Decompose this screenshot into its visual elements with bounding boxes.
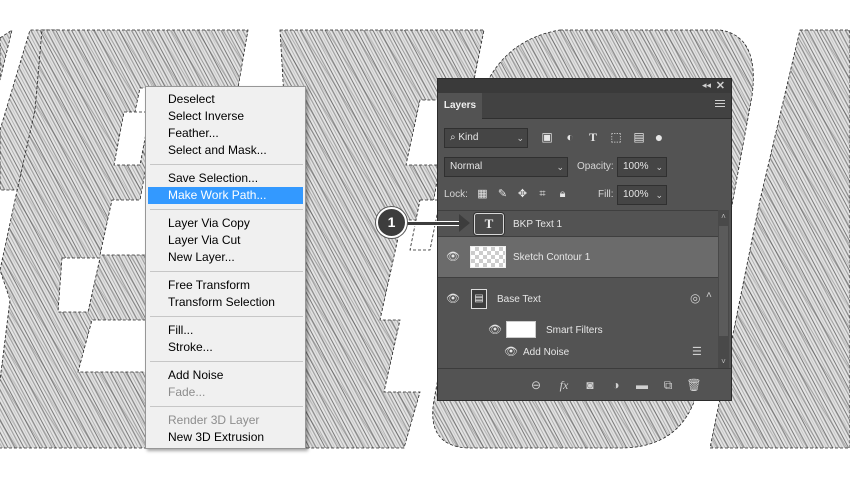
scroll-down-icon[interactable]: ˅ [718, 357, 729, 366]
menu-item-select-inverse[interactable]: Select Inverse [148, 108, 303, 125]
filter-blending-options-icon[interactable]: ☰ [692, 345, 702, 358]
opacity-label: Opacity: [577, 161, 614, 172]
menu-separator [150, 164, 303, 165]
layer-thumbnail [470, 246, 506, 268]
menu-item-save-selection[interactable]: Save Selection... [148, 170, 303, 187]
lock-row: Lock: ▦ ✎ ✥ ⌗ 🔒︎ Fill: 100% ⌄ [444, 185, 724, 205]
lock-transparent-pixels-icon[interactable]: ▦ [476, 188, 489, 201]
type-icon: T [484, 216, 494, 231]
callout-arrow-head [459, 214, 470, 232]
layers-panel: ◂◂ ✕ Layers ⌕ Kind ⌄ ▣ ◐ T ⬚ ▤ ● Normal … [437, 78, 732, 401]
layer-name: Add Noise [523, 347, 570, 358]
new-layer-icon[interactable]: ⧉ [660, 377, 676, 393]
filter-kind-dropdown[interactable]: ⌕ Kind ⌄ [444, 128, 528, 148]
trash-icon[interactable]: 🗑︎ [686, 377, 702, 393]
chevron-down-icon: ⌄ [655, 190, 663, 200]
panel-bottom-toolbar: ⊖ fx ◙ ◑ ▬ ⧉ 🗑︎ [438, 368, 731, 400]
callout-arrow [405, 221, 463, 226]
eye-icon[interactable]: 👁︎ [504, 345, 518, 359]
adjustment-layer-icon[interactable]: ◑ [608, 377, 624, 393]
layer-row-add-noise[interactable]: 👁︎ Add Noise ☰ [438, 342, 720, 362]
menu-item-layer-via-cut[interactable]: Layer Via Cut [148, 232, 303, 249]
layer-name: Base Text [497, 294, 541, 305]
layer-row-bkp-text-1[interactable]: T BKP Text 1 [438, 210, 720, 236]
expand-chevron-icon[interactable]: ˄ [706, 290, 712, 301]
smart-object-thumbnail: ▤ [471, 289, 487, 309]
blend-mode-dropdown[interactable]: Normal ⌄ [444, 157, 568, 177]
menu-item-new-3d-extrusion[interactable]: New 3D Extrusion [148, 429, 303, 446]
lock-image-pixels-icon[interactable]: ✎ [496, 188, 509, 201]
menu-item-transform-selection[interactable]: Transform Selection [148, 294, 303, 311]
collapse-icon[interactable]: ◂◂ [702, 80, 711, 91]
eye-icon[interactable]: 👁︎ [446, 250, 460, 264]
layer-row-smart-filters[interactable]: 👁︎ Smart Filters [438, 320, 720, 342]
opacity-input[interactable]: 100% ⌄ [617, 157, 667, 177]
menu-separator [150, 209, 303, 210]
menu-item-render-3d-layer: Render 3D Layer [168, 413, 260, 427]
filter-row: ⌕ Kind ⌄ ▣ ◐ T ⬚ ▤ ● [444, 128, 724, 148]
pixel-layer-filter-icon[interactable]: ▣ [540, 130, 554, 144]
add-mask-icon[interactable]: ◙ [582, 377, 598, 393]
fill-input[interactable]: 100% ⌄ [617, 185, 667, 205]
blend-mode-value: Normal [450, 161, 483, 172]
shape-layer-filter-icon[interactable]: ⬚ [609, 130, 623, 144]
scroll-up-icon[interactable]: ˄ [718, 212, 729, 221]
menu-item-select-and-mask[interactable]: Select and Mask... [148, 142, 303, 159]
close-icon[interactable]: ✕ [716, 79, 725, 92]
menu-item-fill[interactable]: Fill... [148, 322, 303, 339]
layers-scrollbar[interactable]: ˄ ˅ [718, 210, 729, 368]
menu-item-new-layer[interactable]: New Layer... [148, 249, 303, 266]
fx-icon[interactable]: fx [556, 377, 572, 393]
menu-item-layer-via-copy[interactable]: Layer Via Copy [148, 215, 303, 232]
menu-item-feather[interactable]: Feather... [148, 125, 303, 142]
type-layer-filter-icon[interactable]: T [586, 130, 600, 144]
lock-artboard-icon[interactable]: ⌗ [536, 188, 549, 201]
chevron-down-icon: ⌄ [655, 162, 663, 172]
panel-title-bar[interactable]: ◂◂ ✕ [438, 79, 731, 93]
layer-row-sketch-contour-1[interactable]: 👁︎ Sketch Contour 1 [438, 236, 720, 277]
eye-icon[interactable]: 👁︎ [488, 323, 502, 337]
menu-separator [150, 406, 303, 407]
menu-item-stroke[interactable]: Stroke... [148, 339, 303, 356]
menu-separator [150, 316, 303, 317]
lock-label: Lock: [444, 189, 468, 200]
scrollbar-thumb[interactable] [719, 226, 728, 336]
layer-name: Sketch Contour 1 [513, 252, 591, 263]
context-menu: Deselect Select Inverse Feather... Selec… [145, 86, 306, 449]
menu-item-make-work-path[interactable]: Make Work Path... [148, 187, 303, 204]
blend-row: Normal ⌄ Opacity: 100% ⌄ [444, 157, 724, 177]
panel-tab-bar: Layers [438, 93, 731, 119]
menu-item-free-transform[interactable]: Free Transform [148, 277, 303, 294]
menu-item-add-noise[interactable]: Add Noise [148, 367, 303, 384]
panel-menu-icon[interactable] [715, 100, 725, 109]
menu-separator [150, 361, 303, 362]
chevron-down-icon: ⌄ [556, 162, 564, 172]
layer-name: BKP Text 1 [513, 219, 563, 230]
menu-item-fade: Fade... [168, 385, 206, 399]
callout-badge: 1 [376, 207, 407, 238]
filter-mask-thumbnail [506, 321, 536, 338]
tab-layers[interactable]: Layers [438, 93, 482, 119]
search-icon: ⌕ [450, 132, 456, 143]
filter-toggle-icon[interactable]: ● [652, 130, 666, 144]
adjustment-layer-filter-icon[interactable]: ◐ [563, 130, 577, 144]
layers-list: T BKP Text 1 👁︎ Sketch Contour 1 👁︎ ▤ Ba… [438, 210, 720, 368]
layer-name: Smart Filters [546, 325, 603, 336]
menu-item-deselect[interactable]: Deselect [148, 91, 303, 108]
layer-row-base-text[interactable]: 👁︎ ▤ Base Text ◎ ˄ [438, 277, 720, 320]
chevron-down-icon: ⌄ [516, 133, 524, 143]
filter-kind-label: Kind [458, 132, 479, 143]
link-layers-icon[interactable]: ⊖ [528, 377, 544, 393]
lock-position-icon[interactable]: ✥ [516, 188, 529, 201]
opacity-value: 100% [623, 161, 649, 172]
fill-value: 100% [623, 189, 649, 200]
smart-object-filter-icon[interactable]: ▤ [632, 130, 646, 144]
text-layer-thumbnail: T [474, 213, 504, 235]
eye-icon[interactable]: 👁︎ [446, 292, 460, 306]
smart-filter-badge-icon: ◎ [690, 291, 701, 305]
lock-all-icon[interactable]: 🔒︎ [556, 188, 569, 201]
fill-label: Fill: [598, 189, 614, 200]
new-group-icon[interactable]: ▬ [634, 377, 650, 393]
menu-separator [150, 271, 303, 272]
